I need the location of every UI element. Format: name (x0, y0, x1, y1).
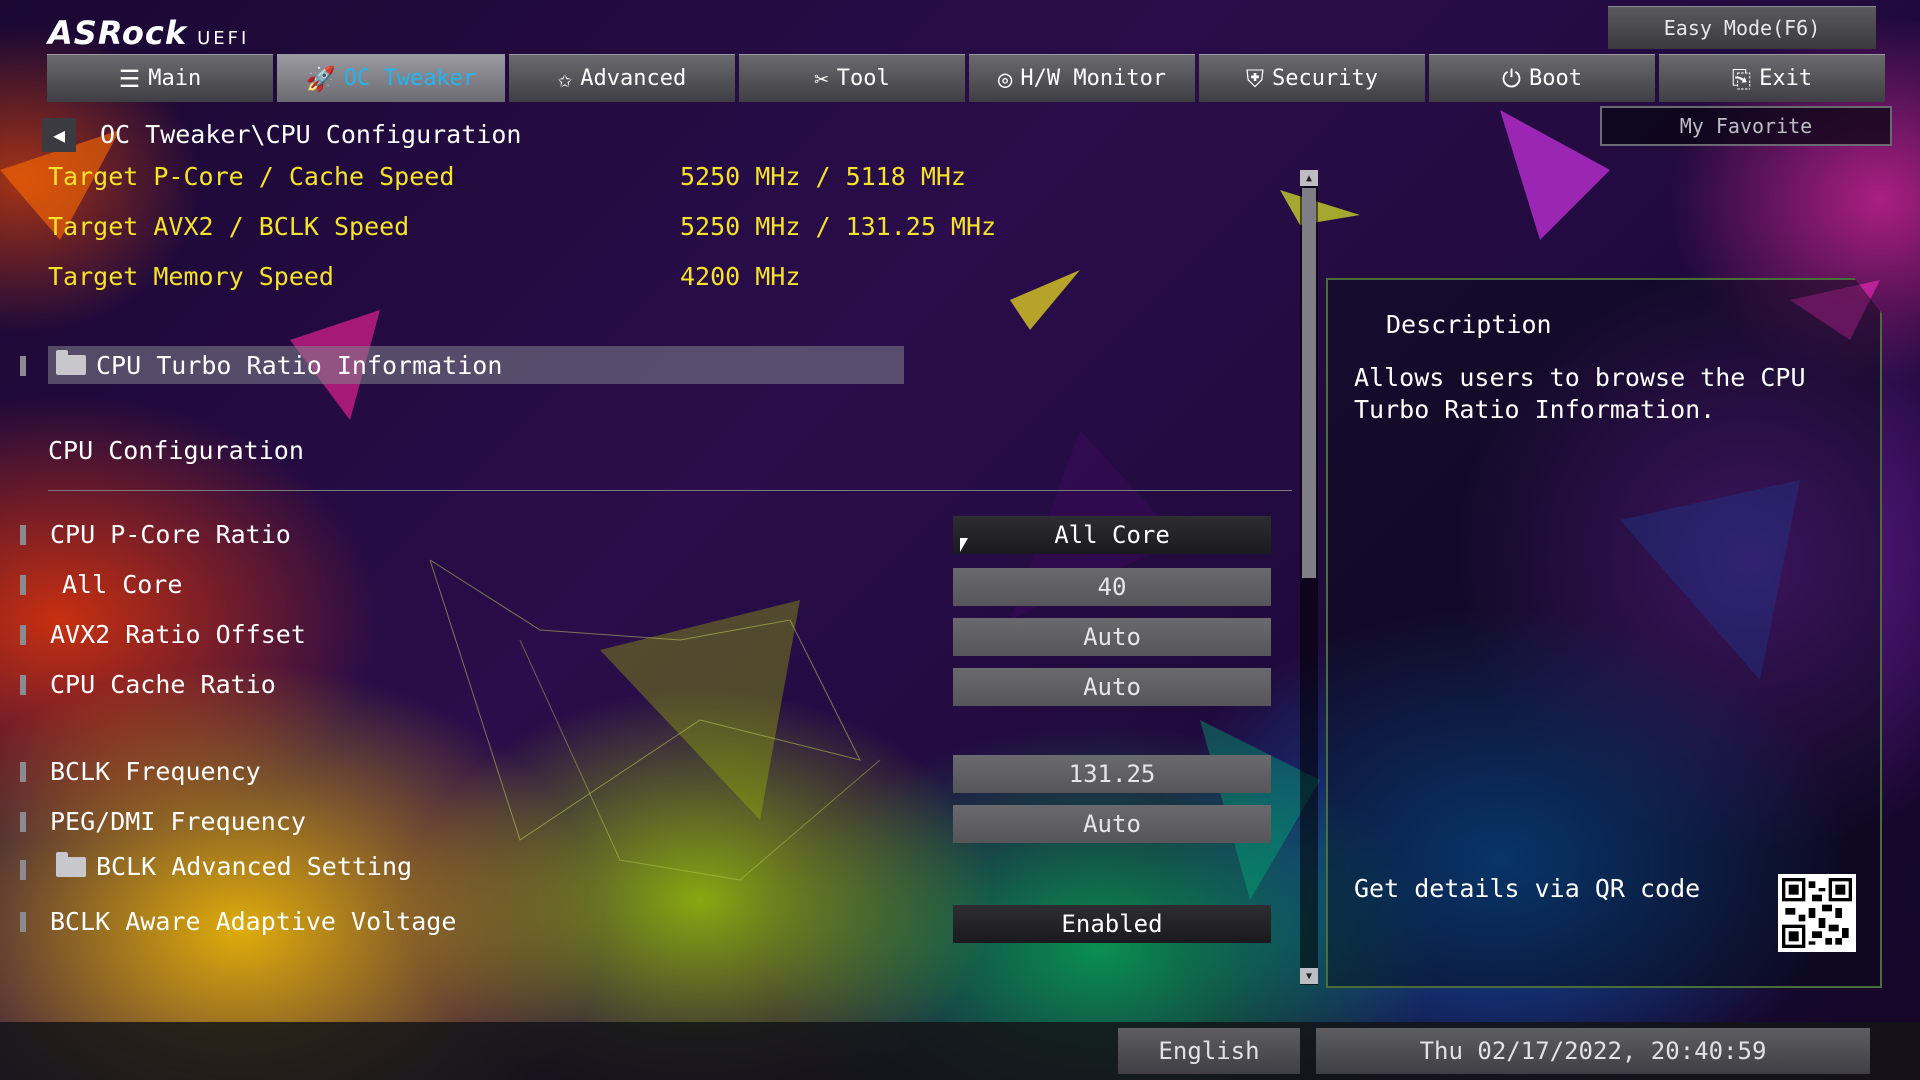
row-indicator (20, 860, 26, 880)
scroll-up-icon[interactable]: ▲ (1300, 170, 1318, 186)
target-pcore-label: Target P-Core / Cache Speed (48, 162, 455, 191)
power-icon: ⏻ (1502, 64, 1521, 93)
cpu-cache-ratio-input[interactable]: Auto (953, 668, 1271, 706)
qr-code-label: Get details via QR code (1354, 874, 1701, 903)
target-avx2-label: Target AVX2 / BCLK Speed (48, 212, 410, 241)
rocket-icon: 🚀 (305, 64, 336, 93)
tab-hw-monitor[interactable]: ◎ H/W Monitor (969, 54, 1195, 102)
target-pcore-value: 5250 MHz / 5118 MHz (680, 162, 966, 191)
row-indicator (20, 625, 26, 645)
monitor-icon: ◎ (997, 64, 1013, 93)
tab-oc-tweaker-label: OC Tweaker (343, 66, 477, 91)
all-core-input[interactable]: 40 (953, 568, 1271, 606)
folder-icon (56, 851, 86, 877)
exit-icon: ⎘ (1731, 64, 1752, 93)
target-memory-value: 4200 MHz (680, 262, 801, 291)
shield-icon: ⛨ (1246, 64, 1265, 93)
bclk-aware-adaptive-voltage-label[interactable]: BCLK Aware Adaptive Voltage (50, 907, 456, 936)
bclk-frequency-input[interactable]: 131.25 (953, 755, 1271, 793)
date-time-display: Thu 02/17/2022, 20:40:59 (1316, 1028, 1870, 1074)
tab-exit-label: Exit (1759, 66, 1813, 91)
tab-advanced-label: Advanced (580, 66, 687, 91)
breadcrumb: OC Tweaker\CPU Configuration (100, 120, 522, 149)
row-indicator (20, 525, 26, 545)
scrollbar-thumb[interactable] (1302, 188, 1316, 578)
mouse-cursor-icon (960, 538, 968, 552)
description-title: Description (1386, 310, 1552, 339)
row-indicator (20, 675, 26, 695)
star-icon: ✩ (557, 64, 573, 93)
row-indicator (20, 812, 26, 832)
row-indicator (20, 762, 26, 782)
asrock-logo: ASRock UEFI (48, 14, 249, 52)
tools-icon: ✂ (814, 64, 829, 93)
avx2-ratio-offset-input[interactable]: Auto (953, 618, 1271, 656)
my-favorite-button[interactable]: My Favorite (1600, 106, 1892, 146)
scroll-down-icon[interactable]: ▼ (1300, 968, 1318, 984)
tab-boot-label: Boot (1529, 66, 1582, 91)
tab-main[interactable]: ☰ Main (47, 54, 273, 102)
section-divider (48, 490, 1292, 491)
cpu-turbo-ratio-info-item[interactable]: CPU Turbo Ratio Information (48, 346, 904, 384)
row-indicator (20, 356, 26, 376)
back-button[interactable]: ◀ (42, 118, 76, 152)
tab-tool-label: Tool (836, 66, 890, 91)
section-title: CPU Configuration (48, 436, 304, 465)
avx2-ratio-offset-label[interactable]: AVX2 Ratio Offset (50, 620, 306, 649)
cpu-turbo-ratio-info-label: CPU Turbo Ratio Information (96, 350, 503, 380)
bclk-advanced-setting-item[interactable]: BCLK Advanced Setting (56, 851, 413, 881)
easy-mode-button[interactable]: Easy Mode(F6) (1608, 6, 1876, 49)
target-memory-label: Target Memory Speed (48, 262, 334, 291)
row-indicator (20, 912, 26, 932)
tab-hw-monitor-label: H/W Monitor (1020, 66, 1167, 91)
cpu-pcore-ratio-select[interactable]: All Core (953, 516, 1271, 554)
bclk-frequency-label[interactable]: BCLK Frequency (50, 757, 261, 786)
tab-security-label: Security (1272, 66, 1378, 91)
tab-exit[interactable]: ⎘ Exit (1659, 54, 1885, 102)
peg-dmi-frequency-label[interactable]: PEG/DMI Frequency (50, 807, 306, 836)
row-indicator (20, 575, 26, 595)
description-text: Allows users to browse the CPU Turbo Rat… (1354, 363, 1806, 424)
folder-icon (56, 350, 86, 375)
brand-name: ASRock (48, 14, 188, 52)
cpu-pcore-ratio-label[interactable]: CPU P-Core Ratio (50, 520, 291, 549)
brand-sub: UEFI (197, 28, 250, 49)
tab-main-label: Main (148, 66, 202, 91)
tab-advanced[interactable]: ✩ Advanced (509, 54, 735, 102)
back-arrow-icon: ◀ (52, 123, 66, 147)
bclk-aware-adaptive-voltage-select[interactable]: Enabled (953, 905, 1271, 943)
list-icon: ☰ (118, 64, 141, 93)
qr-code-icon (1778, 874, 1856, 952)
tab-boot[interactable]: ⏻ Boot (1429, 54, 1655, 102)
tab-security[interactable]: ⛨ Security (1199, 54, 1425, 102)
tab-tool[interactable]: ✂ Tool (739, 54, 965, 102)
language-button[interactable]: English (1118, 1028, 1300, 1074)
tab-oc-tweaker[interactable]: 🚀 OC Tweaker (277, 54, 505, 102)
all-core-label[interactable]: All Core (62, 570, 182, 599)
main-tabs: ☰ Main 🚀 OC Tweaker ✩ Advanced ✂ Tool ◎ … (47, 54, 1885, 102)
peg-dmi-frequency-input[interactable]: Auto (953, 805, 1271, 843)
cpu-cache-ratio-label[interactable]: CPU Cache Ratio (50, 670, 276, 699)
bclk-advanced-setting-label: BCLK Advanced Setting (96, 852, 413, 881)
target-avx2-value: 5250 MHz / 131.25 MHz (680, 212, 997, 241)
